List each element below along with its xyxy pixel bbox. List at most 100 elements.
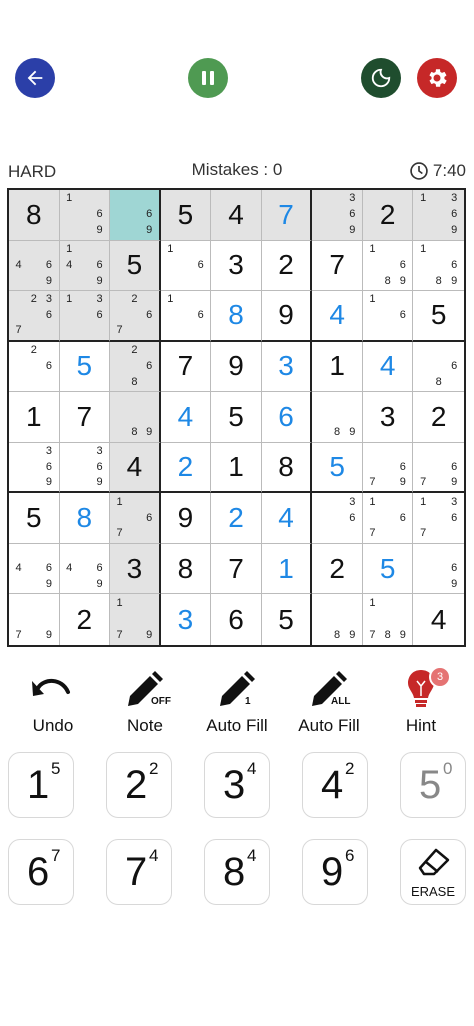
cell-r4c1[interactable]: 26: [9, 341, 60, 393]
cell-r2c3[interactable]: 5: [110, 240, 161, 292]
cell-r6c1[interactable]: 3 6 9: [9, 442, 60, 494]
cell-r4c6[interactable]: 3: [261, 341, 313, 393]
number-key-1[interactable]: 1 5: [8, 752, 74, 818]
cell-r7c4[interactable]: 9: [160, 493, 212, 544]
cell-r1c8[interactable]: 2: [362, 190, 414, 241]
cell-r3c4[interactable]: 16: [160, 291, 212, 342]
number-key-6[interactable]: 6 7: [8, 839, 74, 905]
number-key-9[interactable]: 9 6: [302, 839, 368, 905]
cell-r3c9[interactable]: 5: [413, 291, 464, 342]
auto-fill-all-button[interactable]: ALL Auto Fill: [283, 668, 375, 736]
cell-r7c3[interactable]: 1 6 7: [110, 493, 161, 544]
cell-r8c8[interactable]: 5: [362, 543, 414, 595]
pause-button[interactable]: [188, 58, 228, 98]
cell-r8c6[interactable]: 1: [261, 543, 313, 595]
cell-r9c8[interactable]: 1789: [363, 594, 414, 645]
cell-r1c5[interactable]: 4: [211, 190, 262, 241]
cell-r2c8[interactable]: 1689: [362, 240, 414, 292]
cell-r3c5[interactable]: 8: [211, 291, 262, 342]
cell-r7c5[interactable]: 2: [211, 493, 262, 544]
cell-r6c9[interactable]: 6 7 9: [413, 443, 464, 494]
cell-r4c8[interactable]: 4: [362, 341, 414, 393]
cell-r4c3[interactable]: 268: [110, 341, 161, 393]
cell-r4c4[interactable]: 7: [160, 341, 212, 393]
cell-r2c9[interactable]: 1689: [413, 241, 464, 292]
cell-r2c2[interactable]: 1 4 6 9: [59, 240, 111, 292]
cell-r1c3[interactable]: 69: [110, 190, 161, 241]
cell-r3c1[interactable]: 23 6 7: [9, 291, 60, 342]
cell-r8c3[interactable]: 3: [110, 543, 161, 595]
cell-r2c4[interactable]: 16: [160, 240, 212, 292]
cell-r3c3[interactable]: 26 7: [110, 291, 161, 342]
cell-r9c9[interactable]: 4: [413, 594, 464, 645]
cell-r4c2[interactable]: 5: [59, 341, 111, 393]
theme-toggle-button[interactable]: [361, 58, 401, 98]
cell-r8c9[interactable]: 69: [413, 544, 464, 595]
number-key-4[interactable]: 4 2: [302, 752, 368, 818]
cell-r6c7[interactable]: 5: [312, 442, 363, 494]
number-key-8[interactable]: 8 4: [204, 839, 270, 905]
cell-r1c9[interactable]: 1 3 6 9: [413, 190, 464, 241]
cell-r5c5[interactable]: 5: [211, 392, 262, 443]
cell-r5c2[interactable]: 7: [59, 392, 111, 443]
cell-r7c1[interactable]: 5: [9, 493, 60, 544]
cell-r8c2[interactable]: 4 6 9: [59, 543, 111, 595]
auto-fill-one-button[interactable]: 1 Auto Fill: [191, 668, 283, 736]
back-button[interactable]: [15, 58, 55, 98]
cell-r6c3[interactable]: 4: [110, 442, 161, 494]
undo-button[interactable]: Undo: [7, 668, 99, 736]
cell-r9c3[interactable]: 1 7 9: [110, 594, 161, 645]
cell-r6c6[interactable]: 8: [261, 442, 313, 494]
cell-r1c2[interactable]: 1 6 9: [59, 190, 111, 241]
cell-r5c9[interactable]: 2: [413, 392, 464, 443]
cell-r3c6[interactable]: 9: [261, 291, 313, 342]
cell-r1c6[interactable]: 7: [261, 190, 313, 241]
cell-r1c4[interactable]: 5: [160, 190, 212, 241]
cell-r9c6[interactable]: 5: [262, 594, 313, 645]
cell-r7c7[interactable]: 36: [312, 493, 363, 544]
cell-r2c6[interactable]: 2: [261, 240, 313, 292]
cell-r1c7[interactable]: 3 6 9: [312, 190, 363, 241]
cell-r2c1[interactable]: 4 6 9: [9, 240, 60, 292]
cell-r9c7[interactable]: 89: [312, 594, 363, 645]
cell-r4c9[interactable]: 68: [413, 342, 464, 393]
cell-r9c1[interactable]: 79: [9, 594, 60, 645]
number-key-7[interactable]: 7 4: [106, 839, 172, 905]
cell-r7c9[interactable]: 1 3 6 7: [413, 493, 464, 544]
cell-r9c2[interactable]: 2: [60, 594, 111, 645]
number-key-3[interactable]: 3 4: [204, 752, 270, 818]
cell-r6c8[interactable]: 6 7 9: [362, 442, 414, 494]
cell-r8c1[interactable]: 4 6 9: [9, 543, 60, 595]
cell-r4c7[interactable]: 1: [312, 341, 363, 393]
cell-r8c4[interactable]: 8: [160, 543, 212, 595]
cell-r1c1[interactable]: 8: [9, 190, 60, 241]
hint-button[interactable]: 3 Hint: [375, 666, 467, 736]
cell-r9c5[interactable]: 6: [211, 594, 262, 645]
cell-r6c2[interactable]: 3 6 9: [59, 442, 111, 494]
cell-r5c7[interactable]: 89: [312, 392, 363, 443]
cell-r7c6[interactable]: 4: [261, 493, 313, 544]
cell-r4c5[interactable]: 9: [211, 341, 262, 393]
cell-r6c4[interactable]: 2: [160, 442, 212, 494]
cell-r7c2[interactable]: 8: [59, 493, 111, 544]
cell-r6c5[interactable]: 1: [211, 442, 262, 494]
cell-r5c3[interactable]: 89: [110, 392, 161, 443]
cell-r8c5[interactable]: 7: [211, 543, 262, 595]
cell-r5c6[interactable]: 6: [261, 392, 313, 443]
cell-r5c4[interactable]: 4: [160, 392, 212, 443]
erase-button[interactable]: ERASE: [400, 839, 466, 905]
number-key-2[interactable]: 2 2: [106, 752, 172, 818]
cell-r2c7[interactable]: 7: [312, 240, 363, 292]
cell-r2c5[interactable]: 3: [211, 240, 262, 292]
cell-r7c8[interactable]: 1 6 7: [362, 493, 414, 544]
cell-r3c8[interactable]: 16: [362, 291, 414, 342]
cell-r9c4[interactable]: 3: [161, 594, 212, 645]
cell-r3c2[interactable]: 1 3 6: [59, 291, 111, 342]
cell-r3c7[interactable]: 4: [312, 291, 363, 342]
note-button[interactable]: OFF Note: [99, 668, 191, 736]
settings-button[interactable]: [417, 58, 457, 98]
cell-r5c1[interactable]: 1: [9, 392, 60, 443]
cell-r5c8[interactable]: 3: [362, 392, 414, 443]
cell-r8c7[interactable]: 2: [312, 543, 363, 595]
number-key-5[interactable]: 5 0: [400, 752, 466, 818]
